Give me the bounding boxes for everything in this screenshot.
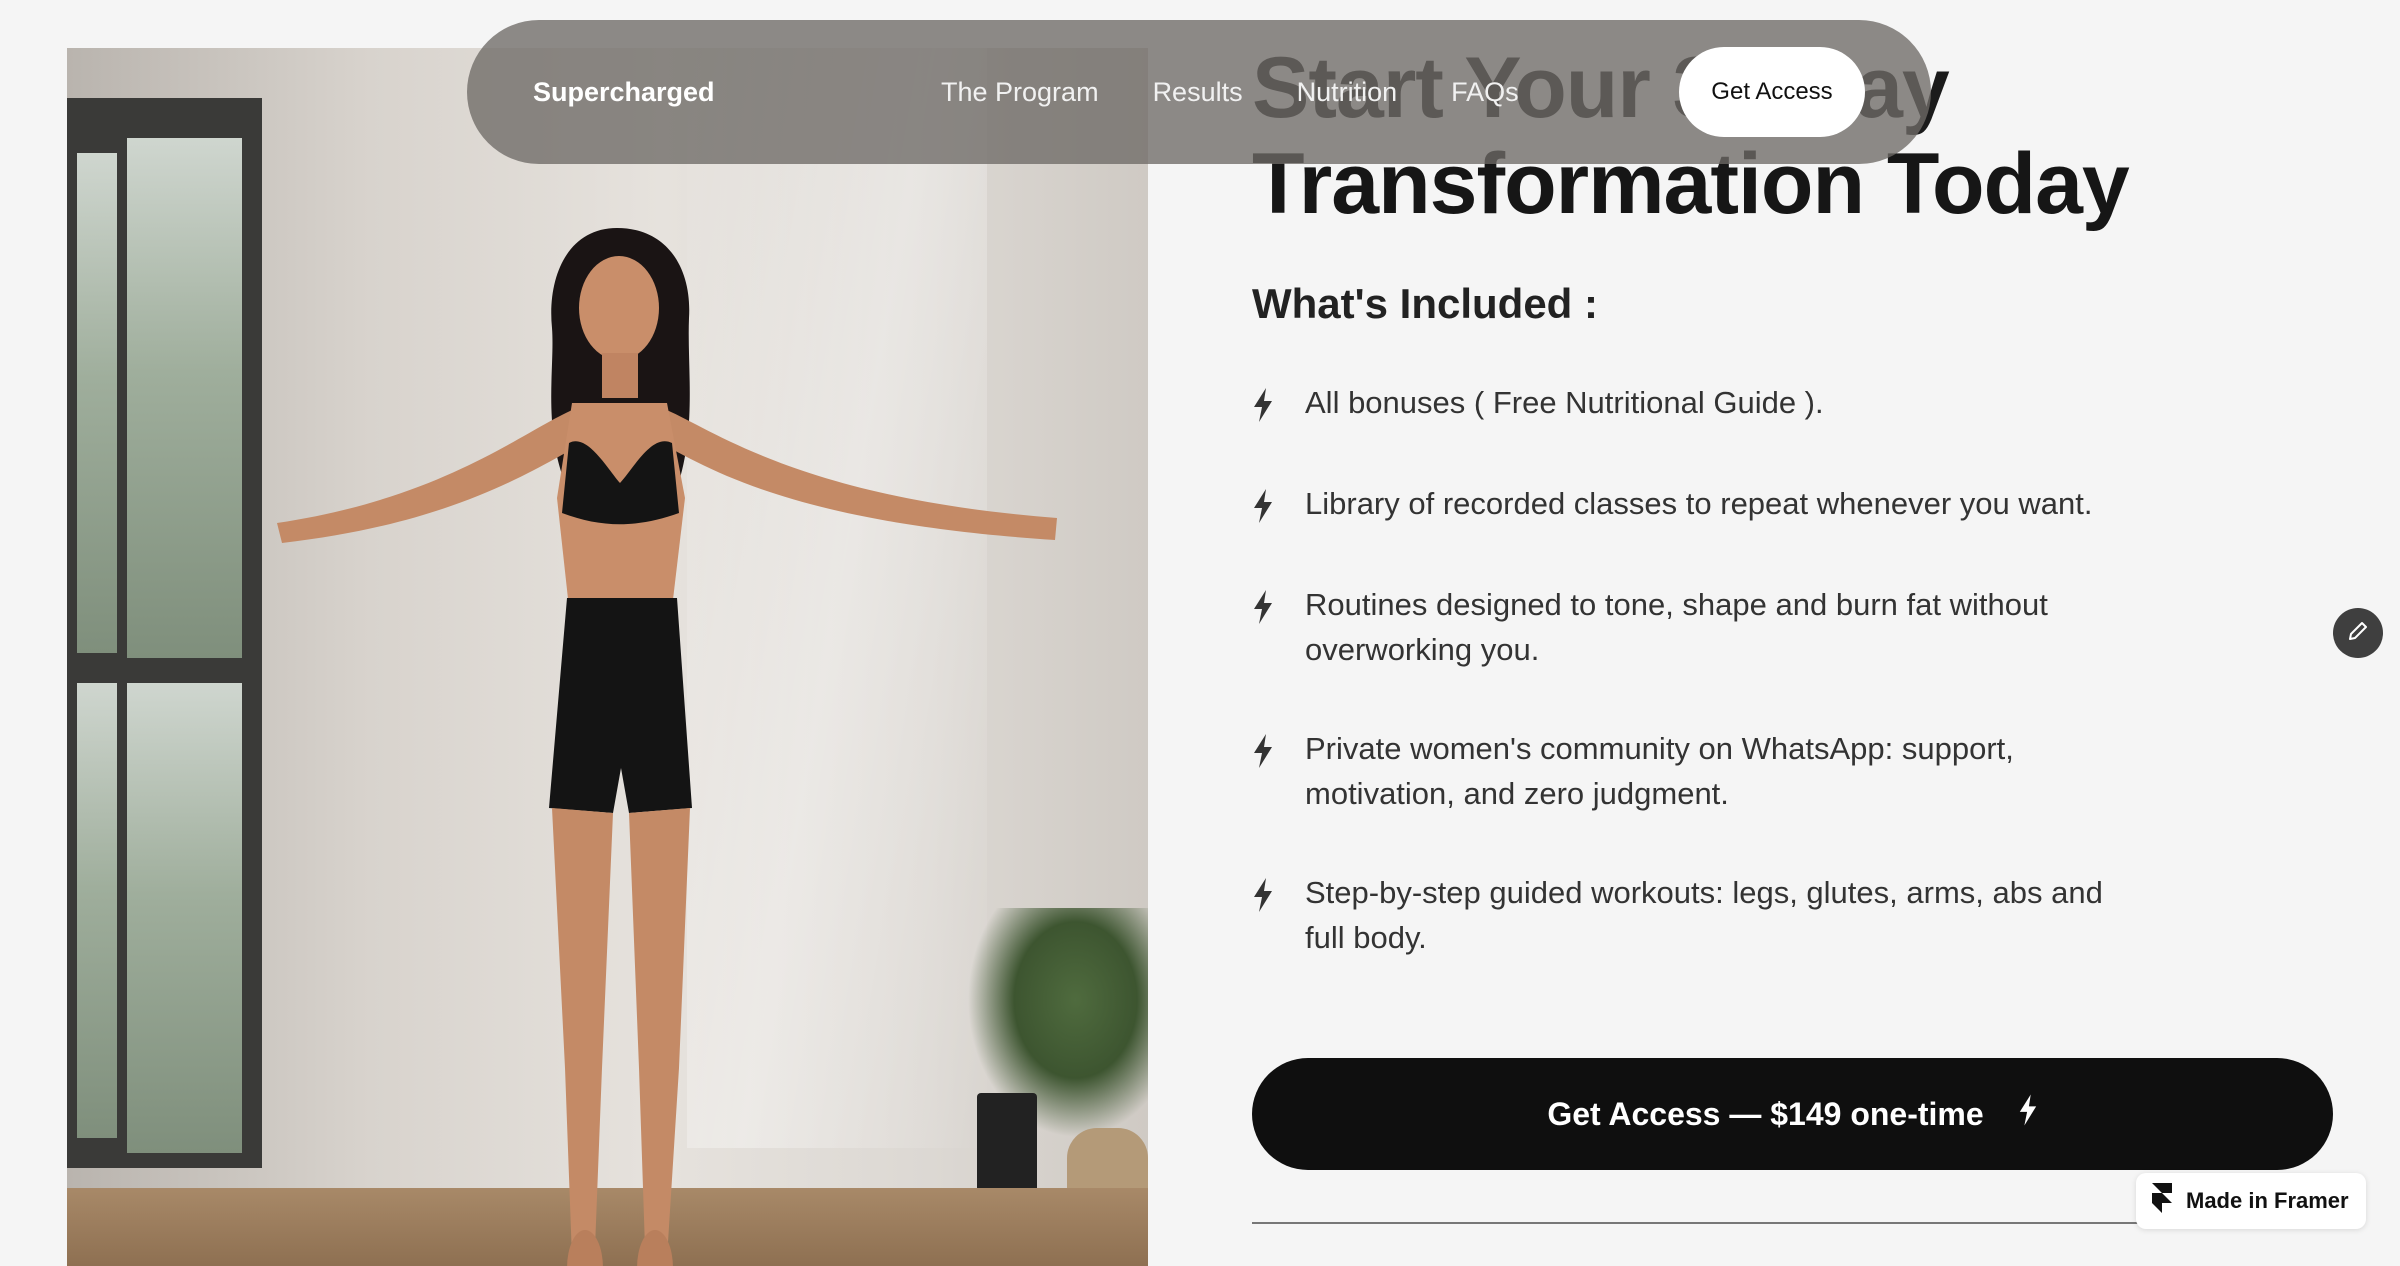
bolt-icon xyxy=(1252,870,1288,917)
list-item: Step-by-step guided workouts: legs, glut… xyxy=(1252,870,2112,960)
list-item: Library of recorded classes to repeat wh… xyxy=(1252,481,2112,528)
list-item: All bonuses ( Free Nutritional Guide ). xyxy=(1252,380,2112,427)
made-in-framer-badge[interactable]: Made in Framer xyxy=(2136,1173,2366,1229)
nav-links: The Program Results Nutrition FAQs xyxy=(941,77,1519,108)
framer-badge-label: Made in Framer xyxy=(2186,1188,2349,1213)
included-list: All bonuses ( Free Nutritional Guide ). … xyxy=(1252,380,2112,1014)
list-item-text: Step-by-step guided workouts: legs, glut… xyxy=(1305,875,2103,955)
framer-logo-icon xyxy=(2152,1183,2172,1219)
list-item-text: Library of recorded classes to repeat wh… xyxy=(1305,486,2093,521)
edit-button[interactable] xyxy=(2333,608,2383,658)
brand-logo[interactable]: Supercharged xyxy=(533,77,913,108)
list-item-text: Routines designed to tone, shape and bur… xyxy=(1305,587,2048,667)
woman-figure xyxy=(277,228,1057,1266)
nav-link-results[interactable]: Results xyxy=(1153,77,1243,108)
list-item-text: Private women's community on WhatsApp: s… xyxy=(1305,731,2014,811)
bolt-icon xyxy=(1252,582,1288,629)
nav-link-nutrition[interactable]: Nutrition xyxy=(1297,77,1398,108)
divider xyxy=(1252,1222,2152,1224)
bolt-icon xyxy=(1252,481,1288,528)
list-item-text: All bonuses ( Free Nutritional Guide ). xyxy=(1305,385,1824,420)
list-item: Routines designed to tone, shape and bur… xyxy=(1252,582,2112,672)
pencil-icon xyxy=(2347,620,2369,647)
nav-get-access-button[interactable]: Get Access xyxy=(1679,47,1865,137)
bolt-icon xyxy=(1252,380,1288,427)
top-nav: Supercharged The Program Results Nutriti… xyxy=(467,20,1931,164)
purchase-button[interactable]: Get Access — $149 one-time xyxy=(1252,1058,2333,1170)
included-title: What's Included : xyxy=(1252,280,1598,327)
nav-link-faqs[interactable]: FAQs xyxy=(1451,77,1519,108)
nav-link-program[interactable]: The Program xyxy=(941,77,1099,108)
list-item: Private women's community on WhatsApp: s… xyxy=(1252,726,2112,816)
bolt-icon xyxy=(2018,1094,2038,1134)
hero-image xyxy=(67,48,1148,1266)
purchase-button-label: Get Access — $149 one-time xyxy=(1547,1095,1984,1132)
bolt-icon xyxy=(1252,726,1288,773)
